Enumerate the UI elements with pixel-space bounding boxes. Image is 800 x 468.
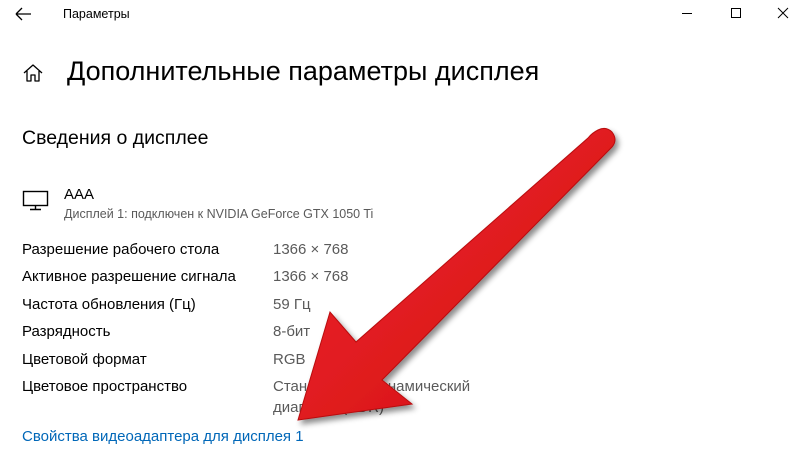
home-button[interactable] (22, 63, 44, 83)
property-label: Активное разрешение сигнала (22, 268, 236, 285)
device-description: Дисплей 1: подключен к NVIDIA GeForce GT… (64, 207, 374, 221)
settings-window: Параметры Дополнительные параметры диспл… (0, 0, 800, 468)
back-button[interactable] (12, 4, 34, 24)
close-icon (777, 7, 789, 19)
property-value: 59 Гц (273, 296, 311, 313)
maximize-icon (731, 8, 741, 18)
property-value-continued: диапазон (SDR) (273, 399, 384, 416)
page-title: Дополнительные параметры дисплея (67, 56, 540, 86)
minimize-button[interactable] (667, 2, 707, 24)
property-value: 8-бит (273, 323, 311, 340)
close-button[interactable] (763, 2, 800, 24)
adapter-properties-link[interactable]: Свойства видеоадаптера для дисплея 1 (22, 428, 304, 445)
app-title: Параметры (63, 7, 130, 21)
minimize-icon (682, 13, 692, 14)
arrow-left-icon (15, 7, 31, 21)
maximize-button[interactable] (716, 2, 756, 24)
property-label: Цветовой формат (22, 351, 147, 368)
property-label: Разрешение рабочего стола (22, 241, 220, 258)
property-label: Частота обновления (Гц) (22, 296, 196, 313)
property-value: 1366 × 768 (273, 241, 349, 258)
title-bar: Параметры (0, 0, 800, 30)
monitor-icon (22, 190, 50, 212)
property-label: Цветовое пространство (22, 378, 188, 395)
property-label: Разрядность (22, 323, 111, 340)
section-title: Сведения о дисплее (22, 127, 209, 149)
property-value: Стандартный динамический (273, 378, 471, 395)
device-name: AAA (64, 186, 95, 203)
property-value: 1366 × 768 (273, 268, 349, 285)
home-icon (23, 64, 43, 82)
property-value: RGB (273, 351, 306, 368)
